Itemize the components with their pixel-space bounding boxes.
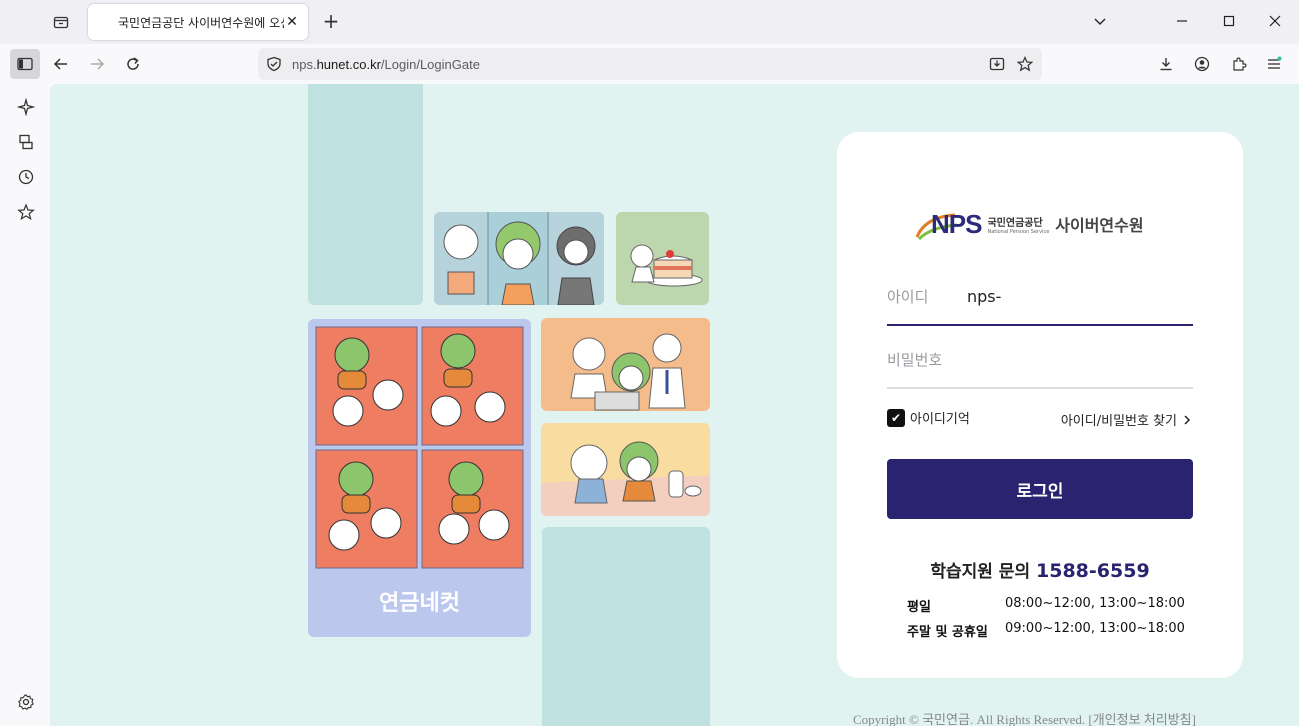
chevron-down-icon[interactable]	[1084, 6, 1116, 36]
copyright-text: Copyright © 국민연금. All Rights Reserved. […	[853, 712, 1196, 726]
support-phone[interactable]: 1588-6559	[1036, 560, 1150, 582]
find-id-password-link[interactable]: 아이디/비밀번호 찾기	[1061, 410, 1193, 429]
tab-bar: 국민연금공단 사이버연수원에 오신 것을 환영합니다 ✕ +	[0, 0, 1299, 44]
nps-logo: NPS 국민연금공단 National Pension Service 사이버연…	[915, 204, 1175, 244]
download-icon[interactable]	[1151, 49, 1181, 79]
url-host: hunet.co.kr	[316, 56, 381, 72]
find-label: 아이디/비밀번호 찾기	[1060, 414, 1177, 429]
password-field-underline	[887, 387, 1193, 389]
history-icon[interactable]	[15, 166, 37, 188]
forward-icon[interactable]	[82, 49, 112, 79]
sidebar-rail	[0, 84, 50, 726]
url-bar[interactable]: nps. hunet.co.kr/Login/LoginGate	[258, 48, 1042, 80]
close-window-button[interactable]	[1259, 6, 1291, 36]
login-card: NPS 국민연금공단 National Pension Service 사이버연…	[837, 132, 1243, 678]
url-path: /Login/LoginGate	[380, 56, 480, 72]
hours-row: 주말 및 공휴일 09:00~12:00, 13:00~18:00	[907, 621, 1185, 640]
synced-tabs-icon[interactable]	[15, 131, 37, 153]
hours-row: 평일 08:00~12:00, 13:00~18:00	[907, 596, 1185, 615]
tab-title: 국민연금공단 사이버연수원에 오신 것을 환영합니다	[118, 15, 284, 30]
logo-title: 사이버연수원	[1055, 216, 1144, 235]
id-input[interactable]: nps-	[967, 287, 1001, 306]
id-field-underline	[887, 324, 1193, 326]
id-label: 아이디	[887, 287, 929, 306]
ai-sparkle-icon[interactable]	[15, 96, 37, 118]
id-field[interactable]: 아이디 nps-	[887, 274, 1193, 318]
comic-tile-readers[interactable]	[434, 212, 604, 305]
account-icon[interactable]	[1187, 49, 1217, 79]
password-label: 비밀번호	[887, 350, 943, 369]
support-info: 학습지원 문의 1588-6559	[837, 557, 1243, 582]
install-icon[interactable]	[988, 55, 1006, 73]
hours-time: 09:00~12:00, 13:00~18:00	[1005, 621, 1185, 636]
hours-label: 주말 및 공휴일	[907, 625, 988, 640]
bookmarks-icon[interactable]	[15, 201, 37, 223]
close-icon[interactable]: ✕	[284, 14, 300, 30]
new-tab-button[interactable]: +	[318, 9, 344, 35]
maximize-button[interactable]	[1213, 6, 1245, 36]
shield-icon[interactable]	[265, 55, 283, 73]
remember-id-label: 아이디기억	[910, 412, 970, 427]
comic-tile-picnic[interactable]	[541, 423, 710, 516]
logo-org-en: National Pension Service	[987, 228, 1050, 235]
chevron-right-icon	[1184, 414, 1191, 425]
page-content: 연금네컷 NPS 국민연금공단 National Pension Service…	[50, 84, 1299, 726]
remember-id-checkbox[interactable]: ✔ 아이디기억	[887, 408, 970, 427]
decor-tile-teal-2	[542, 527, 710, 726]
nav-bar: nps. hunet.co.kr/Login/LoginGate	[0, 44, 1299, 84]
menu-icon[interactable]	[1259, 49, 1289, 79]
reload-icon[interactable]	[118, 49, 148, 79]
comic-tile-laptop[interactable]	[541, 318, 710, 411]
comic-title: 연금네컷	[379, 590, 460, 615]
decor-tile-teal-1	[308, 84, 423, 305]
bookmark-star-icon[interactable]	[1016, 55, 1034, 73]
active-tab[interactable]: 국민연금공단 사이버연수원에 오신 것을 환영합니다 ✕	[88, 4, 308, 40]
settings-gear-icon[interactable]	[15, 691, 37, 713]
support-label: 학습지원 문의	[930, 562, 1031, 582]
hours-time: 08:00~12:00, 13:00~18:00	[1005, 596, 1185, 611]
password-field[interactable]: 비밀번호	[887, 337, 1193, 381]
logo-org-ko: 국민연금공단	[987, 217, 1043, 229]
comic-tile-cake[interactable]	[616, 212, 709, 305]
login-button[interactable]: 로그인	[887, 459, 1193, 519]
checkbox-checked-icon[interactable]: ✔	[887, 408, 905, 427]
extensions-icon[interactable]	[1224, 49, 1254, 79]
minimize-button[interactable]	[1166, 6, 1198, 36]
hours-label: 평일	[907, 600, 931, 615]
tab-list-icon[interactable]	[48, 9, 74, 35]
sidebar-toggle-icon[interactable]	[10, 49, 40, 79]
back-icon[interactable]	[46, 49, 76, 79]
comic-yeongeum-necut[interactable]: 연금네컷	[308, 319, 531, 637]
url-prefix: nps.	[292, 56, 317, 72]
logo-brand: NPS	[931, 208, 982, 239]
